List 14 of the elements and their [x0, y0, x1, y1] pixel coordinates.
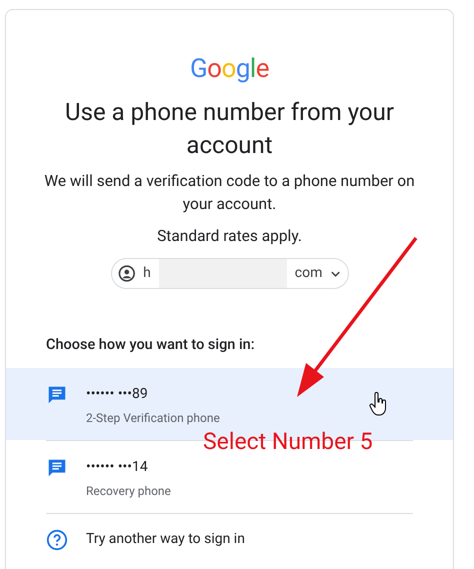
option-text: Try another way to sign in — [86, 530, 245, 549]
masked-phone-number: •••••• •••14 — [86, 458, 149, 477]
rates-note: Standard rates apply. — [157, 226, 302, 247]
google-logo: Google — [190, 54, 270, 84]
account-chip[interactable]: h com — [110, 258, 348, 289]
page-heading: Use a phone number from your account — [64, 97, 395, 161]
hand-cursor-icon — [369, 392, 387, 416]
sign-in-prompt: Choose how you want to sign in: — [46, 335, 255, 355]
description-text: We will send a verification code to a phone number on your account. — [43, 171, 416, 215]
option-label: 2-Step Verification phone — [86, 410, 220, 426]
help-icon — [46, 528, 68, 551]
masked-phone-number: •••••• •••89 — [86, 384, 149, 404]
option-label: Recovery phone — [86, 482, 171, 499]
account-icon — [118, 264, 136, 283]
